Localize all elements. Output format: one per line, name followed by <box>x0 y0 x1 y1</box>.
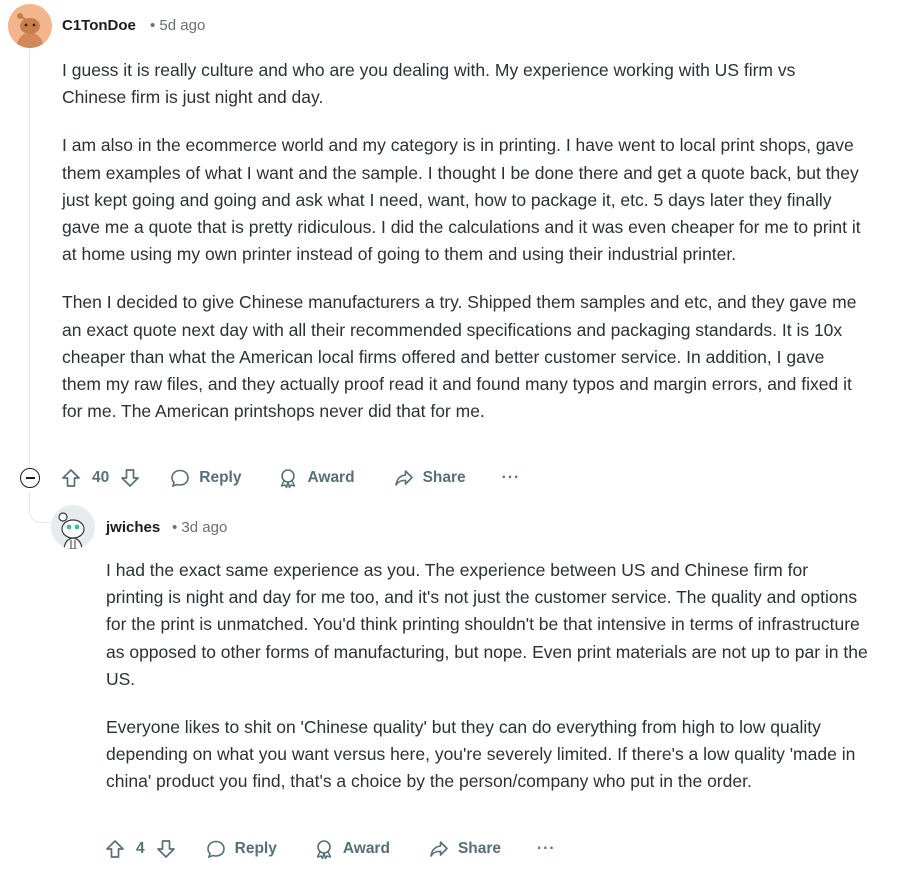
upvote-icon[interactable] <box>104 838 126 860</box>
comment-paragraph: I had the exact same experience as you. … <box>106 560 868 689</box>
downvote-icon[interactable] <box>155 838 177 860</box>
snoo-avatar-icon <box>8 4 52 48</box>
reply-connector <box>29 492 52 523</box>
comment-paragraph: Everyone likes to shit on 'Chinese quali… <box>106 717 856 792</box>
vote-group: 40 <box>60 467 141 489</box>
share-label: Share <box>457 840 502 857</box>
thread-line[interactable] <box>29 50 30 468</box>
reply-bubble-icon <box>205 838 227 860</box>
comment-paragraph: Then I decided to give Chinese manufactu… <box>62 292 857 422</box>
more-options-icon: ··· <box>501 469 521 486</box>
award-icon <box>277 467 299 489</box>
comment-body: I had the exact same experience as you. … <box>106 557 868 817</box>
share-label: Share <box>422 469 466 486</box>
avatar[interactable] <box>8 4 52 48</box>
share-button[interactable]: Share <box>393 467 466 489</box>
award-label: Award <box>307 469 355 486</box>
comment-timestamp[interactable]: • 3d ago <box>172 519 227 536</box>
reply-label: Reply <box>199 469 242 486</box>
collapse-thread-icon[interactable] <box>20 468 40 488</box>
award-icon <box>313 838 335 860</box>
vote-score: 40 <box>92 469 110 486</box>
vote-group: 4 <box>104 838 177 860</box>
comment-author[interactable]: C1TonDoe <box>62 17 136 34</box>
downvote-icon[interactable] <box>119 467 141 489</box>
upvote-icon[interactable] <box>60 467 82 489</box>
share-icon <box>393 467 415 489</box>
more-options-icon: ··· <box>537 840 556 857</box>
comment-action-bar: 40 Reply Award Share ··· <box>60 462 520 494</box>
more-options-button[interactable]: ··· <box>537 840 556 858</box>
share-icon <box>428 838 450 860</box>
award-label: Award <box>342 840 390 857</box>
comment-paragraph: I am also in the ecommerce world and my … <box>62 135 861 265</box>
reply-label: Reply <box>234 840 277 857</box>
reply-button[interactable]: Reply <box>169 467 241 489</box>
reply-bubble-icon <box>169 467 191 489</box>
award-button[interactable]: Award <box>313 838 390 860</box>
comment-action-bar: 4 Reply Award Share ··· <box>104 833 556 865</box>
award-button[interactable]: Award <box>277 467 355 489</box>
comment-timestamp[interactable]: • 5d ago <box>150 17 205 34</box>
more-options-button[interactable]: ··· <box>502 469 521 487</box>
comment-author[interactable]: jwiches <box>106 519 160 536</box>
avatar[interactable] <box>51 505 95 549</box>
comment-body: I guess it is really culture and who are… <box>62 57 862 446</box>
reply-button[interactable]: Reply <box>205 838 277 860</box>
share-button[interactable]: Share <box>428 838 501 860</box>
snoo-avatar-icon <box>51 505 95 549</box>
comment-paragraph: I guess it is really culture and who are… <box>62 60 796 108</box>
vote-score: 4 <box>136 840 145 857</box>
